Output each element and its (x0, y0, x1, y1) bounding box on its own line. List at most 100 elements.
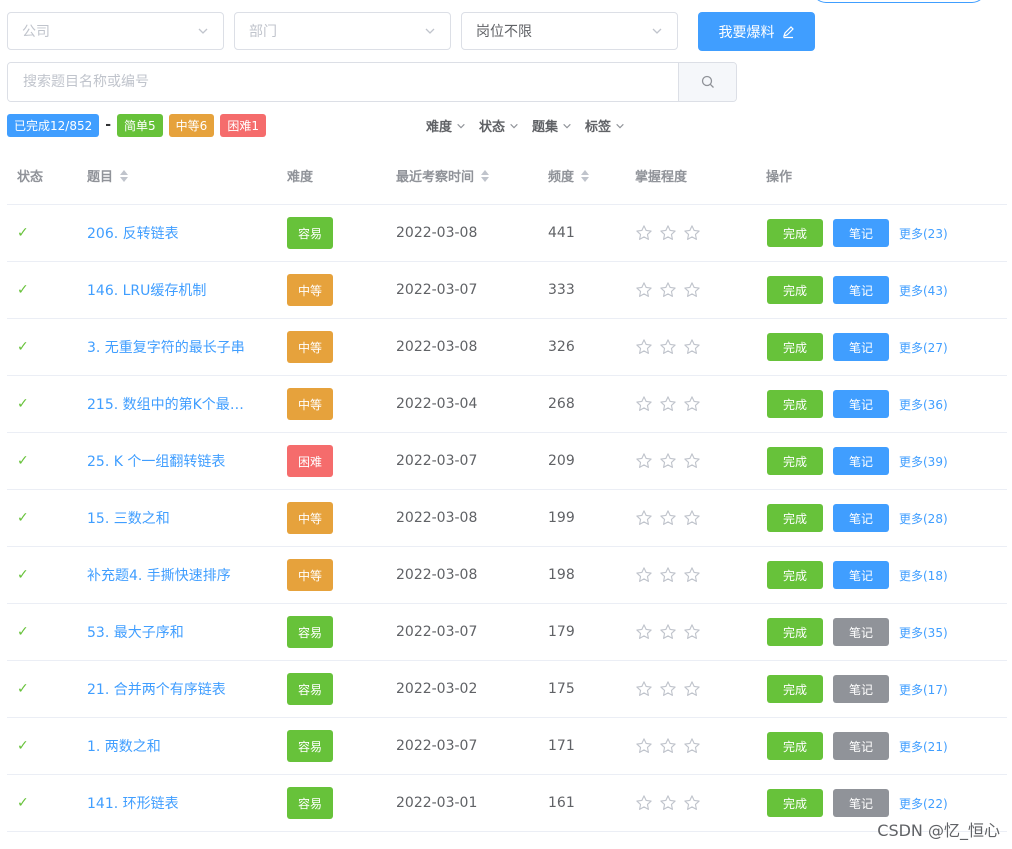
star-icon[interactable] (683, 737, 701, 755)
more-link[interactable]: 更多(27) (899, 339, 948, 356)
note-button[interactable]: 笔记 (833, 390, 889, 418)
sort-caret-icon[interactable] (481, 169, 490, 182)
problem-title-link[interactable]: 25. K 个一组翻转链表 (87, 451, 225, 471)
star-icon[interactable] (659, 623, 677, 641)
note-button[interactable]: 笔记 (833, 276, 889, 304)
star-icon[interactable] (659, 395, 677, 413)
problem-title-link[interactable]: 1. 两数之和 (87, 736, 161, 756)
complete-button[interactable]: 完成 (767, 789, 823, 817)
complete-button[interactable]: 完成 (767, 447, 823, 475)
star-icon[interactable] (683, 680, 701, 698)
star-icon[interactable] (659, 281, 677, 299)
header-frequency[interactable]: 频度 (548, 147, 590, 204)
star-icon[interactable] (683, 794, 701, 812)
problem-title-link[interactable]: 146. LRU缓存机制 (87, 280, 206, 300)
star-icon[interactable] (659, 509, 677, 527)
search-button[interactable] (678, 63, 736, 101)
problem-title-link[interactable]: 141. 环形链表 (87, 793, 179, 813)
mastery-rating[interactable] (635, 794, 701, 812)
mastery-rating[interactable] (635, 623, 701, 641)
star-icon[interactable] (659, 452, 677, 470)
department-select[interactable]: 部门 (234, 12, 451, 50)
star-icon[interactable] (635, 737, 653, 755)
mastery-rating[interactable] (635, 338, 701, 356)
more-link[interactable]: 更多(39) (899, 453, 948, 470)
mastery-rating[interactable] (635, 395, 701, 413)
note-button[interactable]: 笔记 (833, 447, 889, 475)
star-icon[interactable] (683, 452, 701, 470)
sort-caret-icon[interactable] (581, 169, 590, 182)
complete-button[interactable]: 完成 (767, 618, 823, 646)
complete-button[interactable]: 完成 (767, 504, 823, 532)
star-icon[interactable] (635, 509, 653, 527)
note-button[interactable]: 笔记 (833, 561, 889, 589)
mastery-rating[interactable] (635, 281, 701, 299)
star-icon[interactable] (659, 737, 677, 755)
star-icon[interactable] (659, 338, 677, 356)
note-button[interactable]: 笔记 (833, 618, 889, 646)
note-button[interactable]: 笔记 (833, 219, 889, 247)
problem-title-link[interactable]: 15. 三数之和 (87, 508, 170, 528)
report-button[interactable]: 我要爆料 (698, 12, 815, 51)
star-icon[interactable] (635, 338, 653, 356)
more-link[interactable]: 更多(36) (899, 396, 948, 413)
filter-problem-set[interactable]: 题集 (532, 116, 572, 135)
star-icon[interactable] (659, 566, 677, 584)
problem-title-link[interactable]: 215. 数组中的第K个最大... (87, 394, 257, 414)
star-icon[interactable] (683, 566, 701, 584)
problem-title-link[interactable]: 21. 合并两个有序链表 (87, 679, 226, 699)
complete-button[interactable]: 完成 (767, 276, 823, 304)
complete-button[interactable]: 完成 (767, 390, 823, 418)
star-icon[interactable] (683, 281, 701, 299)
star-icon[interactable] (635, 566, 653, 584)
star-icon[interactable] (683, 509, 701, 527)
complete-button[interactable]: 完成 (767, 732, 823, 760)
header-last-date[interactable]: 最近考察时间 (396, 147, 490, 204)
position-select[interactable]: 岗位不限 (461, 12, 678, 50)
mastery-rating[interactable] (635, 452, 701, 470)
mastery-rating[interactable] (635, 680, 701, 698)
more-link[interactable]: 更多(17) (899, 681, 948, 698)
search-input[interactable] (8, 63, 678, 101)
complete-button[interactable]: 完成 (767, 219, 823, 247)
star-icon[interactable] (635, 452, 653, 470)
star-icon[interactable] (635, 281, 653, 299)
star-icon[interactable] (659, 224, 677, 242)
more-link[interactable]: 更多(28) (899, 510, 948, 527)
more-link[interactable]: 更多(22) (899, 795, 948, 812)
star-icon[interactable] (635, 680, 653, 698)
sort-caret-icon[interactable] (120, 169, 129, 182)
problem-title-link[interactable]: 3. 无重复字符的最长子串 (87, 337, 245, 357)
star-icon[interactable] (635, 623, 653, 641)
filter-status[interactable]: 状态 (479, 116, 519, 135)
more-link[interactable]: 更多(18) (899, 567, 948, 584)
company-select[interactable]: 公司 (7, 12, 224, 50)
more-link[interactable]: 更多(35) (899, 624, 948, 641)
header-title[interactable]: 题目 (87, 147, 129, 204)
mastery-rating[interactable] (635, 737, 701, 755)
problem-title-link[interactable]: 53. 最大子序和 (87, 622, 184, 642)
star-icon[interactable] (683, 623, 701, 641)
star-icon[interactable] (683, 338, 701, 356)
filter-difficulty[interactable]: 难度 (426, 116, 466, 135)
star-icon[interactable] (635, 395, 653, 413)
filter-tags[interactable]: 标签 (585, 116, 625, 135)
more-link[interactable]: 更多(23) (899, 225, 948, 242)
note-button[interactable]: 笔记 (833, 732, 889, 760)
more-link[interactable]: 更多(21) (899, 738, 948, 755)
star-icon[interactable] (683, 395, 701, 413)
note-button[interactable]: 笔记 (833, 504, 889, 532)
problem-title-link[interactable]: 206. 反转链表 (87, 223, 179, 243)
note-button[interactable]: 笔记 (833, 789, 889, 817)
problem-title-link[interactable]: 补充题4. 手撕快速排序 (87, 565, 231, 585)
star-icon[interactable] (659, 794, 677, 812)
complete-button[interactable]: 完成 (767, 561, 823, 589)
mastery-rating[interactable] (635, 224, 701, 242)
note-button[interactable]: 笔记 (833, 675, 889, 703)
mastery-rating[interactable] (635, 509, 701, 527)
complete-button[interactable]: 完成 (767, 333, 823, 361)
mastery-rating[interactable] (635, 566, 701, 584)
note-button[interactable]: 笔记 (833, 333, 889, 361)
star-icon[interactable] (635, 794, 653, 812)
complete-button[interactable]: 完成 (767, 675, 823, 703)
